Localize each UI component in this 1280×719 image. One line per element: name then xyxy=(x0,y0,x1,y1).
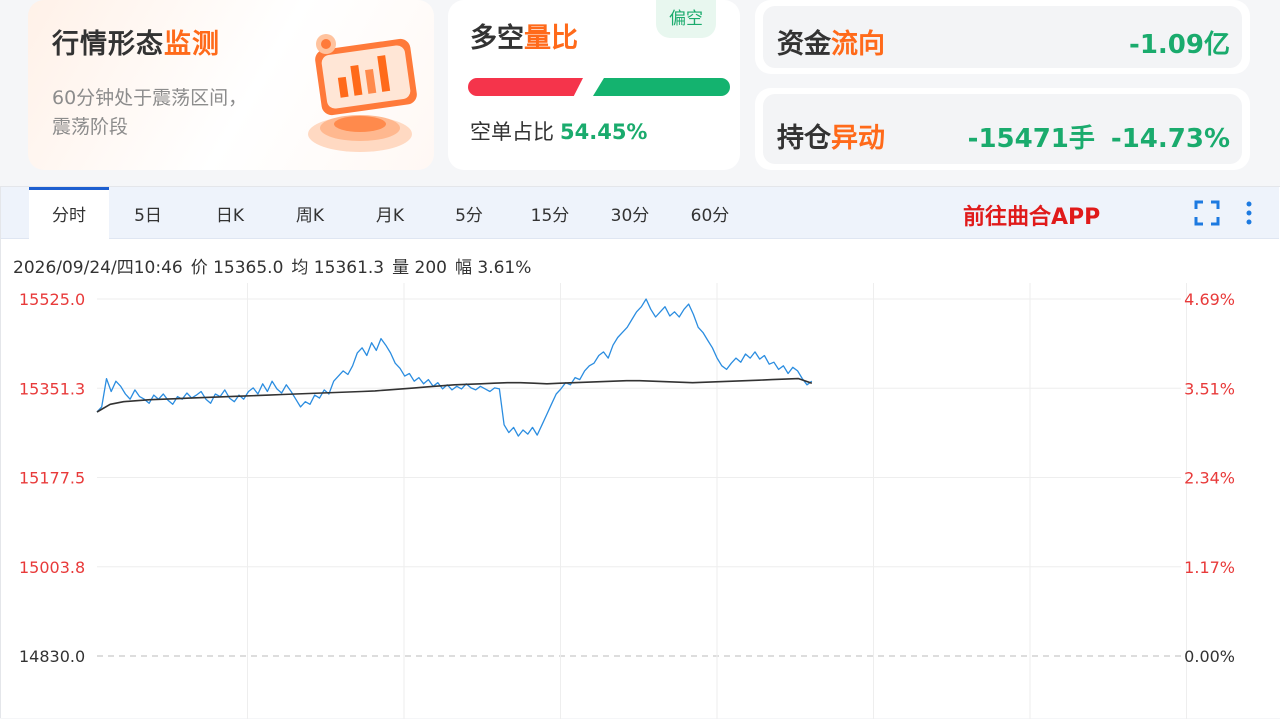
y-tick-label-left: 15525.0 xyxy=(19,290,85,309)
short-ratio-text: 空单占比 54.45% xyxy=(470,120,648,144)
info-amplitude: 幅 3.61% xyxy=(454,258,532,278)
tab-monthly-k[interactable]: 月K xyxy=(359,187,421,239)
trend-monitor-description: 60分钟处于震荡区间，震荡阶段 xyxy=(52,87,248,138)
fund-flow-value: -1.09亿 xyxy=(1129,30,1230,60)
intraday-chart[interactable]: 15525.0 4.69% 15351.3 3.51% 15177.5 2.34% 1500… xyxy=(1,283,1279,719)
y-tick-label-left: 15177.5 xyxy=(19,469,85,488)
y-tick-label-left: 14830.0 xyxy=(19,647,85,666)
crosshair-info-line: 2026/09/24/四10:46 价 15365.0 均 15361.3 量 200… xyxy=(13,253,531,278)
y-tick-label-right: 3.51% xyxy=(1184,379,1235,398)
bias-badge: 偏空 xyxy=(656,0,716,38)
fullscreen-icon[interactable] xyxy=(1193,199,1221,227)
long-short-ratio-card[interactable]: 多空量比 偏空 空单占比 54.45% xyxy=(448,0,740,170)
open-interest-inner: 持仓异动 -15471手 -14.73% xyxy=(763,94,1242,164)
open-interest-values: -15471手 -14.73% xyxy=(968,118,1230,155)
open-app-link[interactable]: 前往曲合APP xyxy=(963,199,1100,231)
y-tick-label-left: 15351.3 xyxy=(19,379,85,398)
chart-panel: 分时 5日 日K 周K 月K 5分 15分 30分 60分 前往曲合APP 20… xyxy=(0,186,1280,719)
fund-flow-card[interactable]: 资金流向 -1.09亿 xyxy=(755,0,1250,74)
fund-flow-inner: 资金流向 -1.09亿 xyxy=(763,6,1242,68)
tab-30min[interactable]: 30分 xyxy=(599,187,661,239)
fund-flow-title: 资金流向 xyxy=(777,29,885,60)
open-interest-title: 持仓异动 xyxy=(777,123,885,154)
open-interest-card[interactable]: 持仓异动 -15471手 -14.73% xyxy=(755,88,1250,170)
tab-5min[interactable]: 5分 xyxy=(441,187,497,239)
long-short-title: 多空量比 xyxy=(470,23,578,54)
tab-60min[interactable]: 60分 xyxy=(679,187,741,239)
open-interest-lots: -15471手 xyxy=(967,124,1095,154)
y-tick-label-left: 15003.8 xyxy=(19,558,85,577)
info-price: 价 15365.0 xyxy=(190,258,284,278)
tab-daily-k[interactable]: 日K xyxy=(199,187,261,239)
summary-cards-area: 行情形态监测 60分钟处于震荡区间，震荡阶段 多空量比 偏空 空单占比 54.45… xyxy=(0,0,1280,186)
trend-monitor-title: 行情形态监测 xyxy=(52,29,220,60)
chart-grid xyxy=(97,283,1187,719)
chart-lines xyxy=(96,298,813,437)
short-ratio-value: 54.45% xyxy=(560,120,648,144)
info-volume: 量 200 xyxy=(392,258,447,278)
y-tick-label-right: 1.17% xyxy=(1184,558,1235,577)
tab-intraday[interactable]: 分时 xyxy=(29,187,109,239)
open-interest-pct: -14.73% xyxy=(1110,124,1230,154)
info-datetime: 2026/09/24/四10:46 xyxy=(13,258,183,278)
y-tick-label-right: 0.00% xyxy=(1184,647,1235,666)
y-tick-label-right: 4.69% xyxy=(1184,290,1235,309)
price-series-line xyxy=(96,298,813,437)
long-ratio-bar xyxy=(468,78,583,96)
more-vertical-icon[interactable] xyxy=(1239,199,1259,227)
period-tabbar: 分时 5日 日K 周K 月K 5分 15分 30分 60分 前往曲合APP xyxy=(1,187,1279,239)
chart-board-illustration-icon xyxy=(308,34,417,152)
info-avg: 均 15361.3 xyxy=(291,258,385,278)
tab-weekly-k[interactable]: 周K xyxy=(279,187,341,239)
short-ratio-bar xyxy=(593,78,730,96)
y-tick-label-right: 2.34% xyxy=(1184,469,1235,488)
tab-5day[interactable]: 5日 xyxy=(119,187,177,239)
trend-monitor-card[interactable]: 行情形态监测 60分钟处于震荡区间，震荡阶段 xyxy=(28,0,434,170)
tab-15min[interactable]: 15分 xyxy=(519,187,581,239)
